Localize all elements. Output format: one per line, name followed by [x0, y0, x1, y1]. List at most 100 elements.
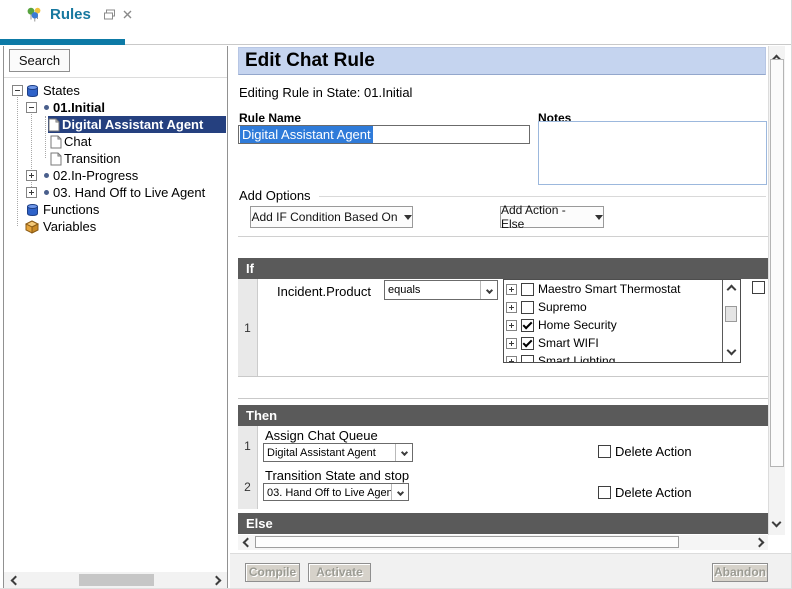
sidebar-horizontal-scrollbar[interactable] [4, 572, 227, 588]
delete-action-control[interactable]: Delete Action [598, 444, 692, 459]
scroll-left-arrow[interactable] [240, 536, 254, 548]
expand-icon[interactable] [506, 356, 517, 364]
scroll-right-arrow[interactable] [752, 536, 766, 548]
row-number: 1 [238, 279, 258, 376]
delete-condition-checkbox[interactable] [752, 281, 765, 294]
product-item[interactable]: Smart Lighting [504, 352, 740, 363]
row-number: 2 [238, 465, 258, 509]
product-item[interactable]: Maestro Smart Thermostat [504, 280, 740, 298]
tree-item-functions[interactable]: Functions [4, 201, 226, 218]
rule-page-icon [48, 118, 60, 132]
product-listbox[interactable]: Maestro Smart Thermostat Supremo Home Se… [503, 279, 741, 363]
tree-guide [17, 94, 18, 226]
rule-name-label: Rule Name [239, 111, 301, 125]
chevron-down-icon[interactable] [395, 444, 412, 461]
rule-page-icon [50, 152, 62, 166]
chevron-down-icon[interactable] [480, 281, 497, 299]
database-icon [23, 84, 39, 98]
delete-action-label: Delete Action [615, 444, 692, 459]
transition-state-value: 03. Hand Off to Live Agent [264, 484, 391, 500]
scrollbar-thumb[interactable] [255, 536, 679, 548]
tree-item-rule-transition[interactable]: Transition [4, 150, 226, 167]
add-options-heading: Add Options [239, 188, 766, 203]
tab-rules[interactable]: Rules [26, 6, 132, 23]
chat-queue-select[interactable]: Digital Assistant Agent [263, 443, 413, 462]
listbox-scrollbar[interactable] [722, 280, 740, 362]
tree-item-label: 02.In-Progress [49, 168, 138, 183]
divider [238, 236, 768, 237]
divider [238, 398, 768, 399]
expand-icon[interactable] [506, 338, 517, 349]
search-button[interactable]: Search [9, 49, 70, 72]
compile-button[interactable]: Compile [245, 563, 300, 582]
tree-item-label: States [39, 83, 80, 98]
then-action-row: 1 Assign Chat Queue Digital Assistant Ag… [238, 426, 768, 465]
product-item[interactable]: Supremo [504, 298, 740, 316]
scroll-down-arrow[interactable] [773, 514, 780, 529]
tree-item-label: Variables [39, 219, 96, 234]
tree-item-states[interactable]: States [4, 82, 226, 99]
main-vertical-scrollbar[interactable] [768, 46, 785, 535]
product-item[interactable]: Home Security [504, 316, 740, 334]
tree-item-rule-digital-assistant[interactable]: Digital Assistant Agent [4, 116, 226, 133]
product-checkbox[interactable] [521, 301, 534, 314]
close-tab-icon[interactable] [123, 10, 132, 19]
operator-value: equals [385, 281, 480, 299]
delete-action-checkbox[interactable] [598, 445, 611, 458]
transition-state-select[interactable]: 03. Hand Off to Live Agent [263, 483, 409, 501]
expand-icon[interactable] [506, 302, 517, 313]
main-horizontal-scrollbar[interactable] [238, 535, 768, 550]
tree-item-state-handoff[interactable]: 03. Hand Off to Live Agent [4, 184, 226, 201]
if-condition-row: 1 Incident.Product equals Maestro Smart … [238, 279, 769, 376]
divider [319, 196, 766, 197]
scrollbar-thumb[interactable] [725, 306, 737, 322]
notes-textarea[interactable] [538, 121, 767, 185]
product-label: Smart Lighting [538, 354, 615, 363]
row-number: 1 [238, 426, 258, 465]
add-action-else-label: Add Action - Else [501, 203, 589, 231]
collapse-icon[interactable] [26, 102, 37, 113]
delete-action-checkbox[interactable] [598, 486, 611, 499]
expand-icon[interactable] [506, 320, 517, 331]
tree-item-state-in-progress[interactable]: 02.In-Progress [4, 167, 226, 184]
activate-button[interactable]: Activate [308, 563, 371, 582]
product-checkbox[interactable] [521, 355, 534, 364]
selected-text: Digital Assistant Agent [240, 126, 373, 143]
expand-icon[interactable] [26, 187, 37, 198]
delete-action-control[interactable]: Delete Action [598, 485, 692, 500]
add-action-else-button[interactable]: Add Action - Else [500, 206, 604, 228]
divider [238, 376, 768, 377]
selected-tree-row[interactable]: Digital Assistant Agent [48, 116, 226, 133]
operator-select[interactable]: equals [384, 280, 498, 300]
chevron-down-icon[interactable] [391, 484, 408, 500]
tree-guide [45, 116, 46, 158]
scroll-up-arrow[interactable] [724, 283, 738, 295]
condition-field-name: Incident.Product [277, 284, 371, 299]
divider [4, 77, 227, 78]
tree-item-variables[interactable]: Variables [4, 218, 226, 235]
edit-rule-panel: Edit Chat Rule Editing Rule in State: 01… [230, 46, 792, 589]
scroll-right-arrow[interactable] [209, 574, 223, 586]
abandon-button[interactable]: Abandon [712, 563, 768, 582]
scrollbar-thumb[interactable] [79, 574, 154, 586]
scrollbar-thumb[interactable] [770, 59, 784, 467]
tree-item-state-initial[interactable]: 01.Initial [4, 99, 226, 116]
add-if-condition-button[interactable]: Add IF Condition Based On [250, 206, 413, 228]
collapse-icon[interactable] [12, 85, 23, 96]
rule-name-input[interactable]: Digital Assistant Agent [238, 125, 530, 144]
expand-icon[interactable] [506, 284, 517, 295]
footer-bar: Compile Activate Abandon [230, 553, 792, 589]
scroll-left-arrow[interactable] [8, 574, 22, 586]
tree-item-rule-chat[interactable]: Chat [4, 133, 226, 150]
expand-icon[interactable] [26, 170, 37, 181]
cube-icon [25, 220, 39, 234]
product-label: Maestro Smart Thermostat [538, 282, 681, 296]
product-checkbox[interactable] [521, 319, 534, 332]
product-checkbox[interactable] [521, 283, 534, 296]
scroll-down-arrow[interactable] [724, 344, 738, 356]
action-label: Assign Chat Queue [265, 428, 378, 443]
pin-window-icon[interactable] [104, 9, 116, 20]
product-item[interactable]: Smart WIFI [504, 334, 740, 352]
tab-title: Rules [50, 6, 91, 23]
product-checkbox[interactable] [521, 337, 534, 350]
